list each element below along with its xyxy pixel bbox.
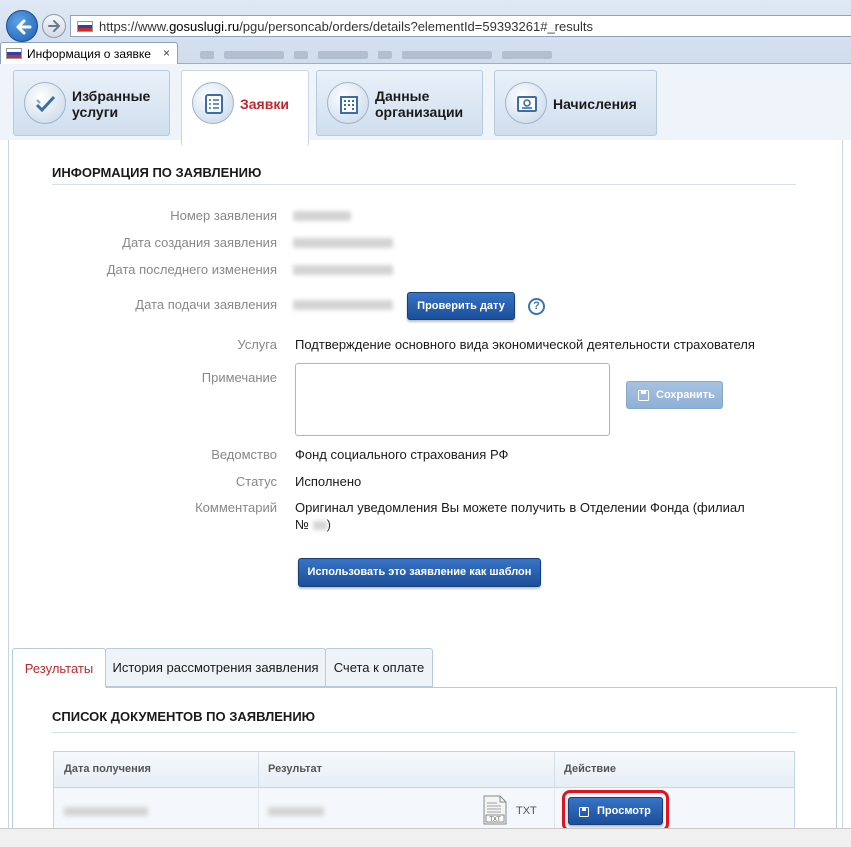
browser-tab[interactable]: Информация о заявке × bbox=[0, 42, 178, 64]
russian-flag-icon bbox=[6, 48, 22, 59]
check-marks-icon bbox=[24, 82, 66, 124]
browser-status-bar bbox=[0, 828, 851, 847]
comment-value-line1: Оригинал уведомления Вы можете получить … bbox=[295, 500, 745, 515]
nav-item-label: Начисления bbox=[553, 96, 637, 112]
section-title-documents: СПИСОК ДОКУМЕНТОВ ПО ЗАЯВЛЕНИЮ bbox=[52, 709, 316, 724]
use-as-template-button[interactable]: Использовать это заявление как шаблон bbox=[298, 558, 541, 587]
save-button[interactable]: Сохранить bbox=[626, 381, 723, 409]
nav-item-favorites[interactable]: Избранные услуги bbox=[13, 70, 170, 136]
status-value: Исполнено bbox=[295, 474, 362, 489]
forward-button[interactable] bbox=[42, 14, 66, 38]
divider bbox=[52, 732, 796, 733]
close-icon[interactable]: × bbox=[163, 46, 170, 60]
view-button[interactable]: Просмотр bbox=[568, 797, 663, 825]
submitted-label: Дата подачи заявления bbox=[135, 297, 277, 312]
section-title-application-info: ИНФОРМАЦИЯ ПО ЗАЯВЛЕНИЮ bbox=[52, 165, 262, 180]
nav-item-label: Избранные услуги bbox=[72, 88, 151, 120]
url-text: https://www.gosuslugi.ru/pgu/personcab/o… bbox=[99, 19, 593, 34]
received-date-redacted bbox=[64, 807, 148, 816]
floppy-disk-icon bbox=[579, 807, 589, 817]
arrow-left-icon bbox=[16, 19, 32, 35]
created-value-redacted bbox=[293, 238, 393, 248]
note-label: Примечание bbox=[201, 370, 277, 385]
back-button[interactable] bbox=[6, 10, 38, 42]
comment-value-line2: № ) bbox=[295, 517, 331, 532]
browser-tab-title: Информация о заявке bbox=[27, 47, 151, 61]
browser-chrome: https://www.gosuslugi.ru/pgu/personcab/o… bbox=[0, 0, 851, 64]
nav-item-applications[interactable]: Заявки bbox=[181, 70, 309, 146]
nav-item-organization-data[interactable]: Данные организации bbox=[316, 70, 483, 136]
svg-text:TXT: TXT bbox=[489, 817, 501, 823]
nav-item-label: Данные организации bbox=[375, 88, 464, 120]
browser-tab-strip: Информация о заявке × bbox=[0, 42, 851, 64]
certificate-icon bbox=[505, 82, 547, 124]
save-button-label: Сохранить bbox=[656, 389, 715, 401]
column-header-action: Действие bbox=[564, 763, 616, 775]
floppy-disk-icon bbox=[638, 390, 649, 401]
divider bbox=[52, 184, 796, 185]
modified-value-redacted bbox=[293, 265, 393, 275]
nav-item-label: Заявки bbox=[240, 96, 289, 112]
russian-flag-icon bbox=[77, 21, 93, 32]
help-icon[interactable]: ? bbox=[528, 298, 545, 315]
modified-label: Дата последнего изменения bbox=[106, 262, 277, 277]
table-header: Дата получения Результат Действие bbox=[54, 752, 794, 788]
tab-review-history[interactable]: История рассмотрения заявления bbox=[105, 648, 326, 687]
created-label: Дата создания заявления bbox=[122, 235, 277, 250]
agency-value: Фонд социального страхования РФ bbox=[295, 447, 509, 462]
view-button-label: Просмотр bbox=[597, 805, 651, 817]
tab-results[interactable]: Результаты bbox=[12, 648, 106, 688]
column-header-result: Результат bbox=[268, 763, 323, 775]
address-bar[interactable]: https://www.gosuslugi.ru/pgu/personcab/o… bbox=[70, 15, 851, 37]
note-textarea[interactable] bbox=[295, 363, 610, 436]
building-icon bbox=[327, 82, 369, 124]
result-file-redacted bbox=[268, 807, 324, 816]
service-label: Услуга bbox=[237, 337, 277, 352]
status-label: Статус bbox=[235, 474, 277, 489]
browser-toolbar bbox=[200, 46, 680, 60]
text-file-icon[interactable]: TXT bbox=[483, 795, 507, 825]
agency-label: Ведомство bbox=[211, 447, 277, 462]
comment-label: Комментарий bbox=[195, 500, 277, 515]
nav-item-charges[interactable]: Начисления bbox=[494, 70, 657, 136]
submitted-value-redacted bbox=[293, 300, 393, 310]
check-date-button[interactable]: Проверить дату bbox=[407, 292, 515, 320]
file-type-label: TXT bbox=[516, 805, 537, 817]
branch-number-redacted bbox=[312, 521, 327, 531]
column-header-date: Дата получения bbox=[64, 763, 151, 775]
service-value: Подтверждение основного вида экономическ… bbox=[295, 337, 755, 352]
checklist-icon bbox=[192, 82, 234, 124]
number-value-redacted bbox=[293, 211, 351, 221]
arrow-right-icon bbox=[48, 20, 60, 32]
number-label: Номер заявления bbox=[170, 208, 277, 223]
tab-invoices[interactable]: Счета к оплате bbox=[325, 648, 433, 687]
